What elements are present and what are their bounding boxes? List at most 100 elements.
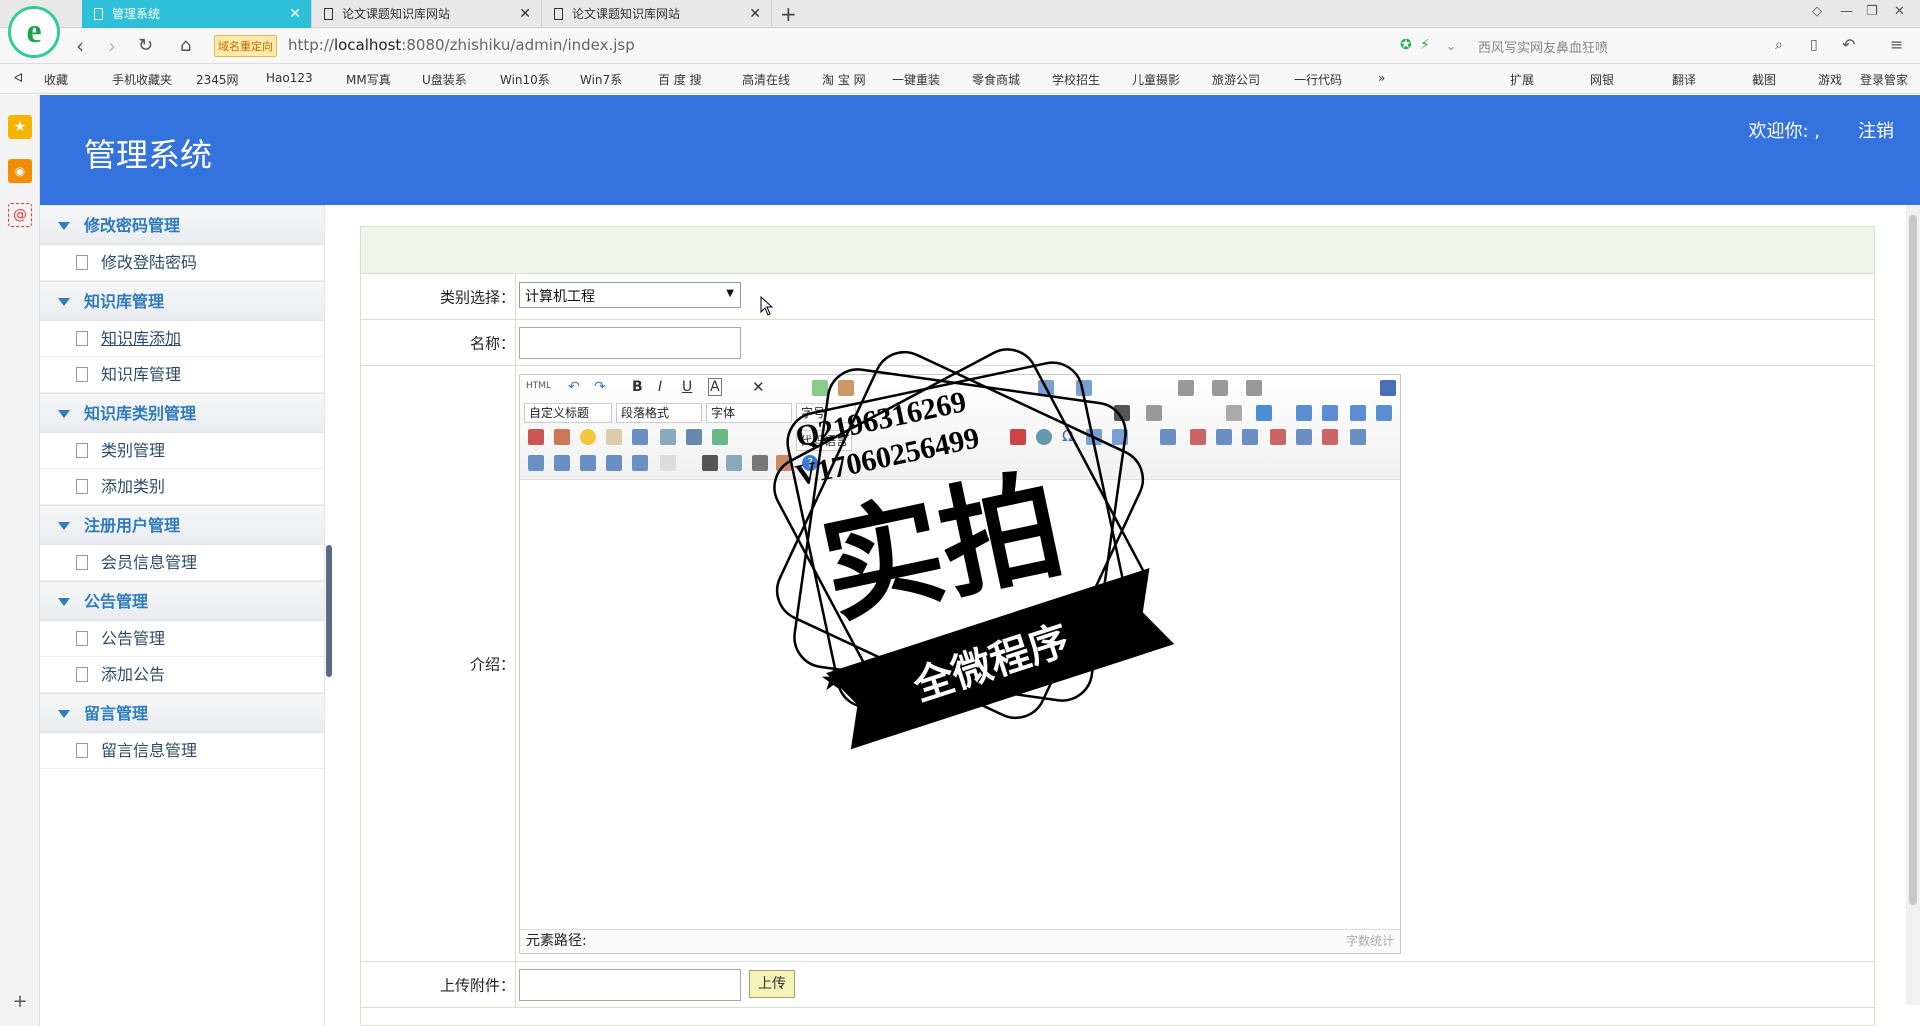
bookmark-item[interactable]: U盘装系 (422, 71, 467, 88)
sidebar-toggle-icon[interactable]: ᐊ (14, 71, 23, 85)
tool-screenshot[interactable]: 截图 (1752, 71, 1776, 88)
tool-banking[interactable]: 网银 (1590, 71, 1614, 88)
merge-cells-icon[interactable] (1350, 429, 1366, 445)
menu-item-category-manage[interactable]: 类别管理 (40, 433, 324, 469)
frame-splitter[interactable] (326, 545, 332, 677)
url-field[interactable]: http://localhost:8080/zhishiku/admin/ind… (288, 36, 635, 54)
tool-extensions[interactable]: 扩展 (1510, 71, 1534, 88)
menu-item-members[interactable]: 会员信息管理 (40, 545, 324, 581)
insert-paragraph-before-table-icon[interactable] (1216, 429, 1232, 445)
favorites-icon[interactable]: ★ (8, 115, 32, 139)
print-icon[interactable] (702, 455, 718, 471)
menu-item-change-password[interactable]: 修改登陆密码 (40, 245, 324, 281)
restore-icon[interactable]: ❐ (1866, 4, 1878, 19)
menu-group-messages[interactable]: 留言管理 (40, 693, 324, 733)
mobile-icon[interactable]: ▯ (1810, 37, 1818, 53)
link-icon[interactable] (1226, 405, 1242, 421)
page-break-icon[interactable] (660, 455, 676, 471)
bookmark-item[interactable]: Hao123 (266, 71, 313, 85)
html-source-button[interactable]: HTML (526, 381, 551, 391)
undo-icon[interactable]: ↶ (1842, 35, 1855, 54)
attachment-icon[interactable] (686, 429, 702, 445)
home-icon[interactable]: ⌂ (180, 35, 191, 56)
logout-link[interactable]: 注销 (1858, 117, 1894, 143)
music-icon[interactable] (660, 429, 676, 445)
image-icon[interactable] (528, 429, 544, 445)
underline-icon[interactable]: U (682, 379, 692, 395)
close-icon[interactable]: ✕ (289, 0, 301, 28)
bookmark-item[interactable]: 一行代码 (1294, 71, 1342, 88)
bookmark-item[interactable]: 2345网 (196, 71, 239, 88)
forward-icon[interactable]: › (108, 34, 116, 58)
close-window-icon[interactable]: ✕ (1894, 4, 1905, 19)
category-select[interactable]: 计算机工程 ▼ (519, 282, 741, 308)
custom-title-dropdown[interactable]: 自定义标题 (524, 403, 612, 423)
paragraph-format-dropdown[interactable]: 段落格式 (616, 403, 702, 423)
menu-item-knowledge-manage[interactable]: 知识库管理 (40, 357, 324, 393)
bookmark-item[interactable]: 旅游公司 (1212, 71, 1260, 88)
bookmark-item[interactable]: Win7系 (580, 71, 622, 88)
menu-item-category-add[interactable]: 添加类别 (40, 469, 324, 505)
bookmark-item[interactable]: 手机收藏夹 (112, 71, 172, 88)
menu-group-knowledge[interactable]: 知识库管理 (40, 281, 324, 321)
image-left-icon[interactable] (1296, 405, 1312, 421)
bookmark-item[interactable]: Win10系 (500, 71, 550, 88)
delete-col-icon[interactable] (1322, 429, 1338, 445)
tab-admin[interactable]: 管理系统 ✕ (82, 0, 312, 28)
back-icon[interactable]: ‹ (76, 34, 84, 58)
bold-icon[interactable]: B (632, 379, 643, 395)
new-tab-button[interactable]: + (780, 2, 797, 26)
scrollbar-thumb[interactable] (1909, 215, 1917, 905)
bookmark-item[interactable]: 淘 宝 网 (822, 71, 866, 88)
skin-icon[interactable]: ◇ (1812, 4, 1822, 19)
tab-site-1[interactable]: 论文课题知识库网站 ✕ (312, 0, 542, 28)
more-bookmarks-button[interactable]: » (1378, 71, 1385, 85)
menu-item-knowledge-add[interactable]: 知识库添加 (40, 321, 324, 357)
close-icon[interactable]: ✕ (749, 0, 761, 28)
split-to-cells-icon[interactable] (580, 455, 596, 471)
image-none-icon[interactable] (1376, 405, 1392, 421)
image-center-icon[interactable] (1322, 405, 1338, 421)
bookmark-item[interactable]: 收藏 (44, 71, 68, 88)
tool-games[interactable]: 游戏 (1818, 71, 1842, 88)
split-to-rows-icon[interactable] (606, 455, 622, 471)
bookmark-item[interactable]: 零食商城 (972, 71, 1020, 88)
reload-icon[interactable]: ↻ (138, 35, 153, 56)
page-scrollbar[interactable] (1906, 205, 1920, 1005)
bookmark-item[interactable]: 学校招生 (1052, 71, 1100, 88)
bookmark-item[interactable]: 百 度 搜 (658, 71, 702, 88)
multi-image-icon[interactable] (554, 429, 570, 445)
bookmark-item[interactable]: 儿童摄影 (1132, 71, 1180, 88)
menu-group-users[interactable]: 注册用户管理 (40, 505, 324, 545)
menu-icon[interactable]: ≡ (1890, 35, 1903, 54)
paragraph-spacing-icon[interactable] (1212, 380, 1228, 396)
fullscreen-icon[interactable] (1380, 380, 1396, 396)
menu-group-category[interactable]: 知识库类别管理 (40, 393, 324, 433)
bookmark-item[interactable]: 一键重装 (892, 71, 940, 88)
merge-down-icon[interactable] (554, 455, 570, 471)
video-icon[interactable] (632, 429, 648, 445)
emotion-icon[interactable] (580, 429, 596, 445)
upload-button[interactable]: 上传 (749, 970, 795, 998)
search-icon[interactable]: ⌕ (1775, 37, 1783, 53)
add-icon[interactable]: + (8, 990, 32, 1014)
delete-row-icon[interactable] (1270, 429, 1286, 445)
menu-item-messages[interactable]: 留言信息管理 (40, 733, 324, 769)
minimize-icon[interactable]: — (1840, 4, 1853, 19)
scrawl-icon[interactable] (606, 429, 622, 445)
mail-icon[interactable]: @ (8, 203, 32, 227)
name-input[interactable] (519, 327, 741, 359)
line-height-icon[interactable] (1246, 380, 1262, 396)
merge-right-icon[interactable] (528, 455, 544, 471)
image-right-icon[interactable] (1350, 405, 1366, 421)
close-icon[interactable]: ✕ (519, 0, 531, 28)
tab-site-2[interactable]: 论文课题知识库网站 ✕ (542, 0, 772, 28)
menu-group-password[interactable]: 修改密码管理 (40, 205, 324, 245)
split-to-cols-icon[interactable] (632, 455, 648, 471)
chevron-down-icon[interactable]: ⌄ (1446, 39, 1456, 53)
tool-translate[interactable]: 翻译 (1672, 71, 1696, 88)
search-input[interactable]: 西风写实网友鼻血狂喷 (1478, 37, 1608, 56)
bookmark-item[interactable]: 高清在线 (742, 71, 790, 88)
redo-icon[interactable]: ↷ (594, 379, 610, 395)
menu-group-notice[interactable]: 公告管理 (40, 581, 324, 621)
